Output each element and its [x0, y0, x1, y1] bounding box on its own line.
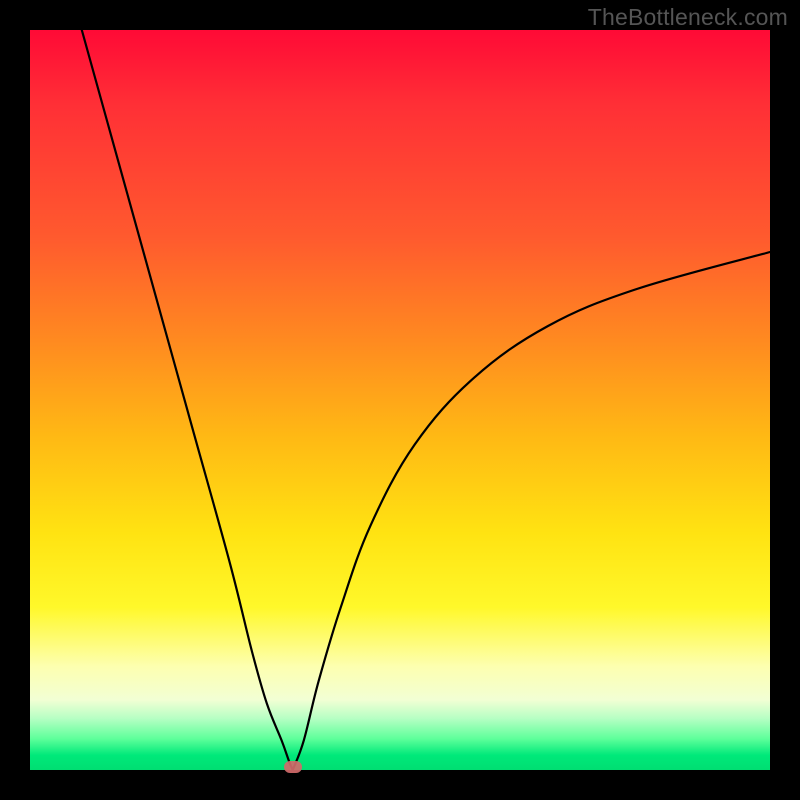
chart-stage: TheBottleneck.com [0, 0, 800, 800]
vertex-marker [284, 761, 302, 773]
curve-left-branch [82, 30, 293, 770]
curve-right-branch [293, 252, 770, 770]
watermark-text: TheBottleneck.com [588, 4, 788, 31]
plot-area [30, 30, 770, 770]
bottleneck-curve [30, 30, 770, 770]
